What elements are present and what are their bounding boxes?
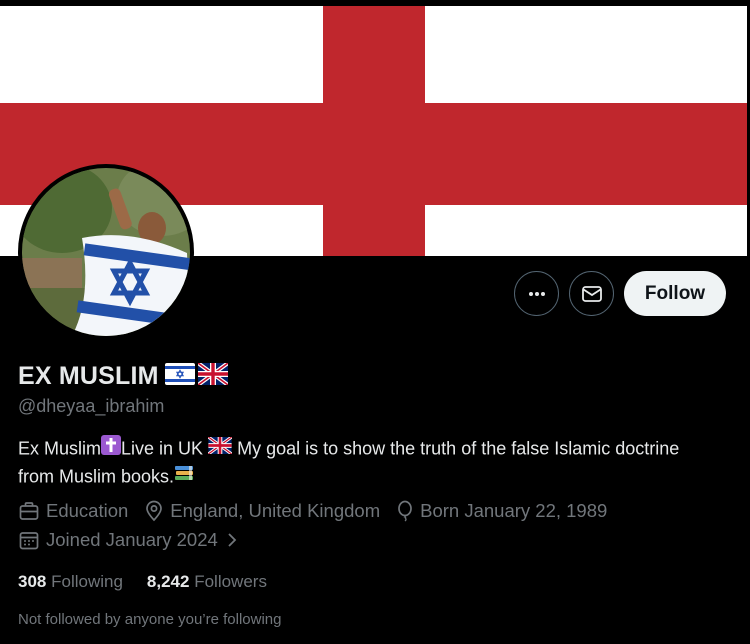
more-icon: [528, 291, 545, 296]
avatar[interactable]: [18, 164, 194, 340]
following-link[interactable]: 308 Following: [18, 572, 123, 592]
location-pin-icon: [146, 500, 163, 522]
location-text: England, United Kingdom: [170, 500, 381, 521]
not-followed-note: Not followed by anyone you’re following: [18, 611, 282, 628]
birthday-text: Born January 22, 1989: [420, 500, 608, 521]
chevron-right-icon[interactable]: [224, 530, 240, 550]
briefcase-icon: [19, 502, 39, 520]
follow-stats: 308 Following 8,242 Followers: [18, 572, 291, 592]
following-label: Following: [51, 572, 123, 591]
bio-text-2: Live in UK: [121, 438, 204, 459]
uk-flag-icon: [196, 361, 229, 390]
birthday: Born January 22, 1989: [396, 500, 607, 522]
followers-label: Followers: [194, 572, 267, 591]
bio-text-1: Ex Muslim: [18, 438, 102, 459]
envelope-icon: [581, 285, 602, 302]
more-options-button[interactable]: [514, 271, 559, 316]
profile-meta: Education England, United Kingdom Born J…: [18, 500, 623, 522]
follow-button[interactable]: Follow: [624, 271, 726, 316]
joined-text: Joined January 2024: [46, 529, 218, 550]
bio: Ex Muslim Live in UK My goal is to show t…: [18, 434, 718, 490]
user-handle: @dheyaa_ibrahim: [18, 396, 165, 416]
balloon-icon: [398, 500, 412, 522]
display-name-row: EX MUSLIM: [18, 361, 229, 391]
uk-flag-icon: [207, 435, 233, 461]
followers-link[interactable]: 8,242 Followers: [147, 572, 267, 592]
category: Education: [18, 500, 128, 522]
category-text: Education: [46, 500, 129, 521]
display-name: EX MUSLIM: [18, 362, 159, 390]
books-icon: [174, 463, 194, 490]
location: England, United Kingdom: [144, 500, 380, 522]
calendar-icon: [19, 532, 39, 550]
following-count: 308: [18, 572, 47, 591]
latin-cross-icon: [101, 434, 122, 462]
israel-flag-icon: [164, 363, 195, 390]
avatar-photo: [22, 168, 190, 336]
joined-row: Joined January 2024: [18, 529, 262, 551]
message-button[interactable]: [569, 271, 614, 316]
joined-date: Joined January 2024: [18, 529, 246, 551]
followers-count: 8,242: [146, 572, 190, 591]
